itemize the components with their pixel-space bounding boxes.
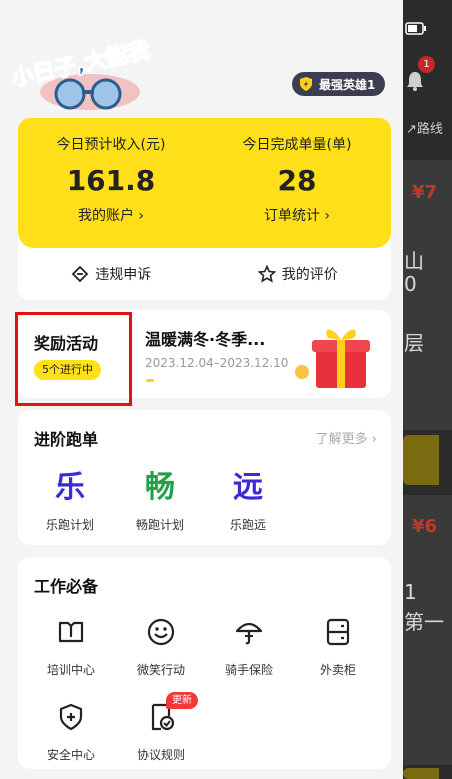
background-price: ¥7: [412, 182, 438, 203]
carousel-indicator: [146, 379, 154, 382]
umbrella-icon: [235, 622, 263, 645]
insurance-label: 骑手保险: [224, 663, 273, 677]
lepaoyuan-glyph: 远: [233, 470, 263, 505]
order-stats-link[interactable]: 订单统计 ›: [204, 205, 390, 225]
tool-rider-insurance[interactable]: 骑手保险: [212, 617, 286, 678]
tool-training-center[interactable]: 培训中心: [34, 617, 108, 678]
locker-label: 外卖柜: [319, 663, 356, 677]
income-panel: 今日预计收入(元) 161.8 我的账户 › 今日完成单量(单) 28 订单统计…: [18, 118, 391, 248]
today-income: 今日预计收入(元) 161.8 我的账户 ›: [18, 134, 204, 225]
my-account-link[interactable]: 我的账户 ›: [18, 205, 204, 225]
advanced-run-card: 进阶跑单 了解更多 › 乐 乐跑计划 畅 畅跑计划 远 乐跑远: [18, 410, 391, 545]
tools-section-title: 工作必备: [34, 577, 99, 596]
run-item-lepaoyuan[interactable]: 远 乐跑远: [208, 462, 288, 533]
orders-value: 28: [277, 164, 317, 197]
background-text: 第一: [404, 610, 444, 634]
promo-title[interactable]: 温暖满冬·冬季...: [145, 326, 265, 350]
changpao-label: 畅跑计划: [135, 518, 184, 532]
background-text: 0: [404, 272, 417, 296]
smile-label: 微笑行动: [136, 663, 185, 677]
learn-more-link[interactable]: 了解更多 ›: [316, 428, 377, 447]
lepao-glyph: 乐: [55, 470, 85, 505]
gift-box-icon: [295, 329, 370, 388]
my-reviews-button[interactable]: 我的评价: [205, 256, 392, 292]
appeal-button[interactable]: 违规申诉: [18, 256, 205, 292]
tool-smile-action[interactable]: 微笑行动: [124, 617, 198, 678]
background-price: ¥6: [412, 516, 438, 537]
tool-food-locker[interactable]: 外卖柜: [301, 617, 375, 678]
run-section-title: 进阶跑单: [34, 430, 99, 449]
route-link[interactable]: ↗路线: [406, 118, 443, 137]
appeal-icon: [71, 265, 89, 283]
highlight-box: [15, 312, 132, 406]
slogan-logo: 小日子,大能我: [8, 37, 153, 110]
training-label: 培训中心: [46, 663, 95, 677]
changpao-glyph: 畅: [145, 470, 175, 505]
income-card: 今日预计收入(元) 161.8 我的账户 › 今日完成单量(单) 28 订单统计…: [18, 118, 391, 300]
background-text: 1: [404, 580, 417, 604]
today-orders: 今日完成单量(单) 28 订单统计 ›: [204, 134, 390, 225]
battery-icon: [405, 22, 426, 35]
lepao-label: 乐跑计划: [45, 518, 94, 532]
orders-label: 今日完成单量(单): [242, 137, 352, 153]
work-essentials-card: 工作必备 培训中心 微笑行动 骑手保险 外卖柜 安全中心 协议规则 更新: [18, 557, 391, 769]
agreement-label: 协议规则: [136, 748, 185, 762]
update-badge: 更新: [166, 692, 198, 709]
side-drawer: 小日子,大能我 最强英雄1 今日预计收入(元) 161.8 我的账户 › 今日完…: [0, 0, 403, 779]
safety-label: 安全中心: [46, 748, 95, 762]
route-icon: ↗: [406, 122, 417, 137]
income-value: 161.8: [66, 164, 156, 197]
tool-agreement-rules[interactable]: 协议规则 更新: [124, 692, 198, 763]
hero-badge[interactable]: 最强英雄1: [292, 72, 386, 96]
background-text: 层: [404, 331, 424, 355]
tool-safety-center[interactable]: 安全中心: [34, 702, 108, 763]
promo-date: 2023.12.04–2023.12.10: [145, 356, 289, 370]
bell-icon[interactable]: [406, 70, 424, 92]
run-item-lepao[interactable]: 乐 乐跑计划: [30, 462, 110, 533]
star-icon: [257, 265, 276, 283]
smile-icon: [147, 618, 175, 646]
background-button: [403, 435, 439, 485]
shield-icon: [59, 703, 83, 731]
background-text: 山: [404, 249, 424, 273]
lepaoyuan-label: 乐跑远: [229, 518, 266, 532]
action-row: 违规申诉 我的评价: [18, 256, 391, 292]
my-reviews-label: 我的评价: [281, 267, 338, 283]
run-item-changpao[interactable]: 畅 畅跑计划: [120, 462, 200, 533]
hero-badge-label: 最强英雄1: [319, 77, 376, 92]
lightning-shield-icon: [300, 77, 312, 91]
book-icon: [58, 621, 84, 643]
background-button: [403, 768, 439, 779]
locker-icon: [326, 618, 350, 646]
appeal-label: 违规申诉: [95, 267, 152, 283]
notification-badge: 1: [418, 56, 435, 73]
income-label: 今日预计收入(元): [56, 137, 166, 153]
